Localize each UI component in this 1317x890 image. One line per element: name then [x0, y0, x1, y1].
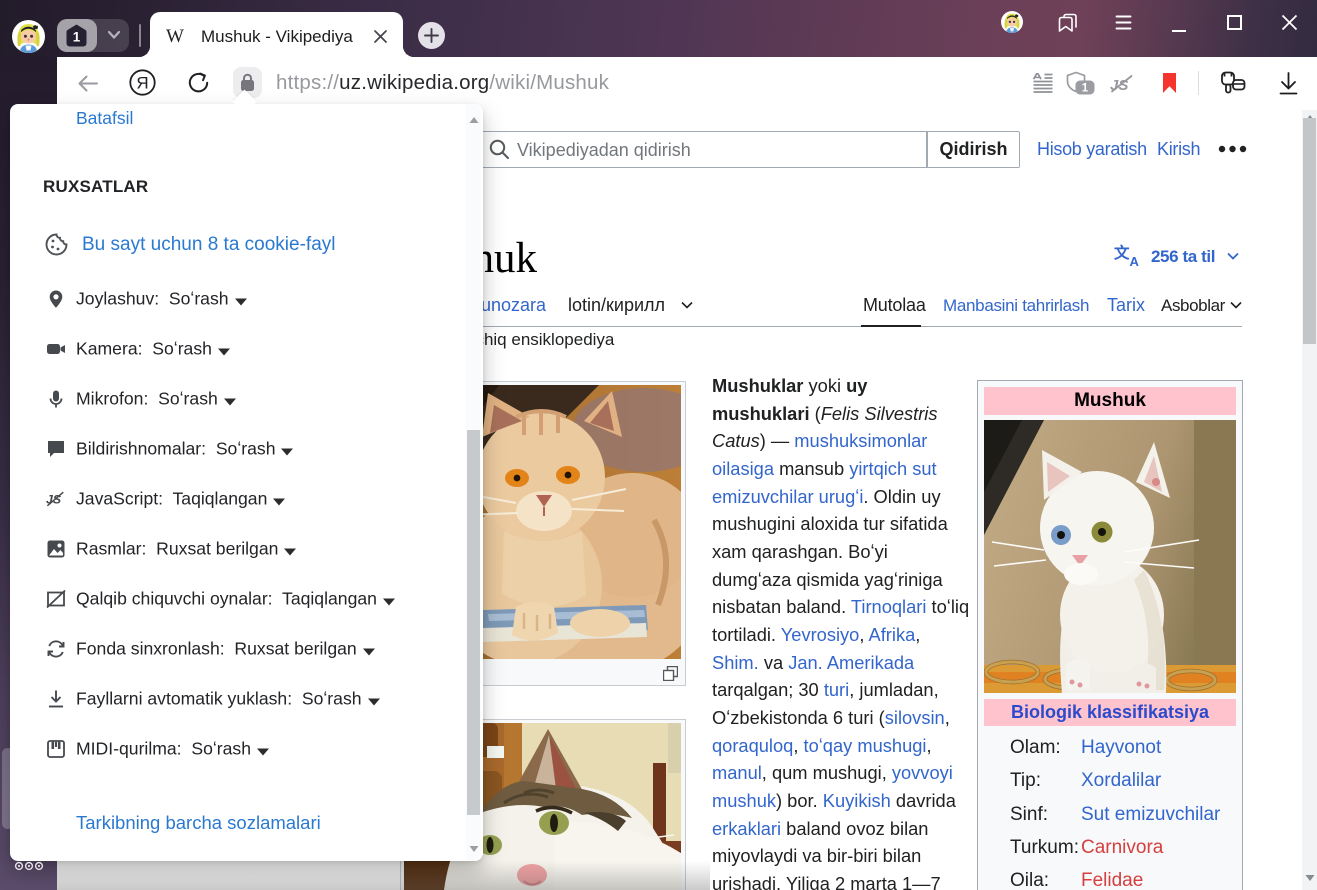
svg-text:1: 1 [73, 30, 81, 45]
svg-text:Я: Я [136, 74, 148, 93]
svg-text:文: 文 [1114, 243, 1130, 262]
svg-text:A: A [1130, 254, 1140, 267]
svg-text:1: 1 [1082, 83, 1089, 95]
